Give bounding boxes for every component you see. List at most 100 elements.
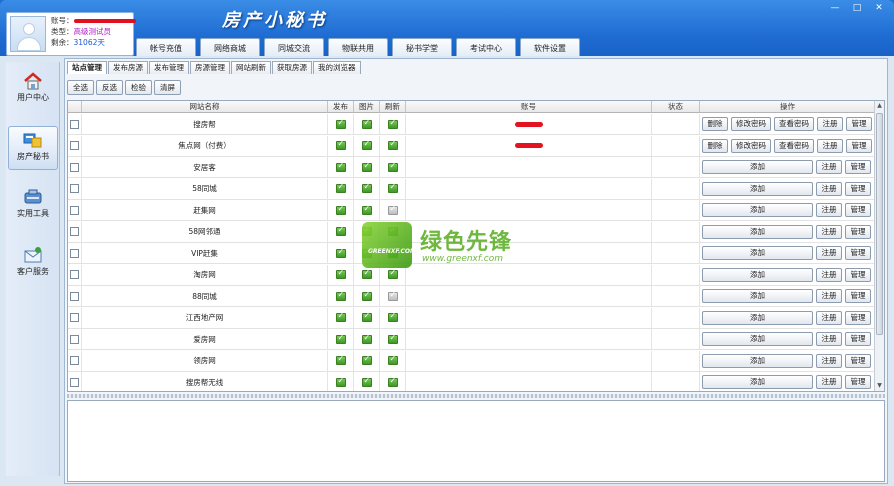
refresh-check-icon[interactable] bbox=[387, 290, 398, 301]
subtab-site-refresh[interactable]: 网站刷新 bbox=[231, 61, 271, 74]
image-check-icon[interactable] bbox=[361, 376, 372, 387]
publish-check-icon[interactable] bbox=[335, 290, 346, 301]
add-button[interactable]: 添加 bbox=[702, 310, 813, 325]
publish-check-icon[interactable] bbox=[335, 139, 346, 151]
publish-check-icon[interactable] bbox=[335, 311, 346, 323]
publish-check-icon[interactable] bbox=[335, 268, 346, 280]
add-button[interactable]: 添加 bbox=[702, 267, 813, 282]
image-check-icon[interactable] bbox=[361, 182, 372, 194]
publish-check-icon[interactable] bbox=[335, 376, 346, 387]
row-checkbox[interactable] bbox=[70, 248, 79, 258]
register-button[interactable]: 注册 bbox=[816, 289, 842, 304]
publish-check-icon[interactable] bbox=[335, 161, 346, 172]
manage-button[interactable]: 管理 bbox=[845, 224, 871, 239]
register-button[interactable]: 注册 bbox=[816, 310, 842, 325]
change-password-button[interactable]: 修改密码 bbox=[731, 138, 771, 153]
view-password-button[interactable]: 查看密码 bbox=[774, 117, 814, 132]
table-row[interactable]: 焦点网（付费） 删除 修改密码 查看密码注册 管理 bbox=[68, 135, 876, 157]
table-row[interactable]: 赶集网 添加注册 管理 bbox=[68, 200, 876, 222]
sidebar-item-secretary[interactable]: 房产秘书 bbox=[8, 126, 58, 170]
select-all-button[interactable]: 全选 bbox=[67, 80, 94, 95]
manage-button[interactable]: 管理 bbox=[845, 160, 871, 175]
sidebar-item-user-center[interactable]: 用户中心 bbox=[8, 68, 58, 112]
publish-check-icon[interactable] bbox=[335, 225, 346, 237]
row-checkbox[interactable] bbox=[70, 313, 79, 323]
table-row[interactable]: 88同城 添加注册 管理 bbox=[68, 286, 876, 308]
add-button[interactable]: 添加 bbox=[702, 332, 813, 347]
manage-button[interactable]: 管理 bbox=[845, 181, 871, 196]
subtab-listing-manage[interactable]: 房源管理 bbox=[190, 61, 230, 74]
add-button[interactable]: 添加 bbox=[702, 203, 813, 218]
tab-local-exchange[interactable]: 同城交流 bbox=[264, 38, 324, 58]
scroll-thumb[interactable] bbox=[876, 113, 883, 335]
close-button[interactable]: ✕ bbox=[870, 2, 888, 14]
verify-button[interactable]: 检验 bbox=[125, 80, 152, 95]
tab-school[interactable]: 秘书学堂 bbox=[392, 38, 452, 58]
tab-settings[interactable]: 软件设置 bbox=[520, 38, 580, 58]
refresh-check-icon[interactable] bbox=[387, 333, 398, 344]
register-button[interactable]: 注册 bbox=[816, 332, 842, 347]
image-check-icon[interactable] bbox=[361, 161, 372, 172]
refresh-check-icon[interactable] bbox=[387, 311, 398, 323]
row-checkbox[interactable] bbox=[70, 377, 79, 387]
row-checkbox[interactable] bbox=[70, 119, 79, 129]
table-row[interactable]: 搜房帮 删除 修改密码 查看密码注册 管理 bbox=[68, 114, 876, 136]
subtab-fetch-listing[interactable]: 获取房源 bbox=[272, 61, 312, 74]
add-button[interactable]: 添加 bbox=[702, 353, 813, 368]
change-password-button[interactable]: 修改密码 bbox=[731, 117, 771, 132]
table-row[interactable]: 江西地产网 添加注册 管理 bbox=[68, 307, 876, 329]
table-row[interactable]: 搜房帮无线 添加注册 管理 bbox=[68, 372, 876, 391]
manage-button[interactable]: 管理 bbox=[846, 138, 872, 153]
row-checkbox[interactable] bbox=[70, 356, 79, 366]
panel-splitter[interactable] bbox=[67, 394, 885, 398]
row-checkbox[interactable] bbox=[70, 270, 79, 280]
manage-button[interactable]: 管理 bbox=[845, 353, 871, 368]
row-checkbox[interactable] bbox=[70, 205, 79, 215]
minimize-button[interactable]: — bbox=[826, 2, 844, 14]
register-button[interactable]: 注册 bbox=[816, 375, 842, 390]
vertical-scrollbar[interactable]: ▲ ▼ bbox=[874, 101, 884, 391]
manage-button[interactable]: 管理 bbox=[845, 375, 871, 390]
clear-screen-button[interactable]: 清屏 bbox=[154, 80, 181, 95]
register-button[interactable]: 注册 bbox=[816, 181, 842, 196]
tab-recharge[interactable]: 帐号充值 bbox=[136, 38, 196, 58]
tab-mall[interactable]: 网络商城 bbox=[200, 38, 260, 58]
add-button[interactable]: 添加 bbox=[702, 246, 813, 261]
register-button[interactable]: 注册 bbox=[816, 353, 842, 368]
subtab-my-browser[interactable]: 我的浏览器 bbox=[313, 61, 361, 74]
refresh-check-icon[interactable] bbox=[387, 376, 398, 387]
row-checkbox[interactable] bbox=[70, 227, 79, 237]
manage-button[interactable]: 管理 bbox=[845, 289, 871, 304]
row-checkbox[interactable] bbox=[70, 141, 79, 151]
refresh-check-icon[interactable] bbox=[387, 139, 398, 151]
sidebar-item-tools[interactable]: 实用工具 bbox=[8, 184, 58, 228]
view-password-button[interactable]: 查看密码 bbox=[774, 138, 814, 153]
image-check-icon[interactable] bbox=[361, 139, 372, 151]
scroll-down-icon[interactable]: ▼ bbox=[875, 381, 884, 391]
tab-shared[interactable]: 物联共用 bbox=[328, 38, 388, 58]
avatar[interactable] bbox=[10, 16, 46, 52]
register-button[interactable]: 注册 bbox=[816, 160, 842, 175]
sidebar-item-customer-service[interactable]: 客户服务 bbox=[8, 242, 58, 286]
row-checkbox[interactable] bbox=[70, 184, 79, 194]
table-row[interactable]: 安居客 添加注册 管理 bbox=[68, 157, 876, 179]
row-checkbox[interactable] bbox=[70, 334, 79, 344]
add-button[interactable]: 添加 bbox=[702, 375, 813, 390]
subtab-publish-listing[interactable]: 发布房源 bbox=[108, 61, 148, 74]
manage-button[interactable]: 管理 bbox=[845, 310, 871, 325]
image-check-icon[interactable] bbox=[361, 118, 372, 129]
manage-button[interactable]: 管理 bbox=[846, 117, 872, 132]
add-button[interactable]: 添加 bbox=[702, 160, 813, 175]
add-button[interactable]: 添加 bbox=[702, 224, 813, 239]
manage-button[interactable]: 管理 bbox=[845, 267, 871, 282]
refresh-check-icon[interactable] bbox=[387, 161, 398, 172]
tab-exam[interactable]: 考试中心 bbox=[456, 38, 516, 58]
publish-check-icon[interactable] bbox=[335, 247, 346, 258]
table-row[interactable]: 爱房网 添加注册 管理 bbox=[68, 329, 876, 351]
register-button[interactable]: 注册 bbox=[816, 224, 842, 239]
add-button[interactable]: 添加 bbox=[702, 289, 813, 304]
refresh-check-icon[interactable] bbox=[387, 118, 398, 129]
register-button[interactable]: 注册 bbox=[816, 246, 842, 261]
delete-button[interactable]: 删除 bbox=[702, 138, 728, 153]
image-check-icon[interactable] bbox=[361, 311, 372, 323]
